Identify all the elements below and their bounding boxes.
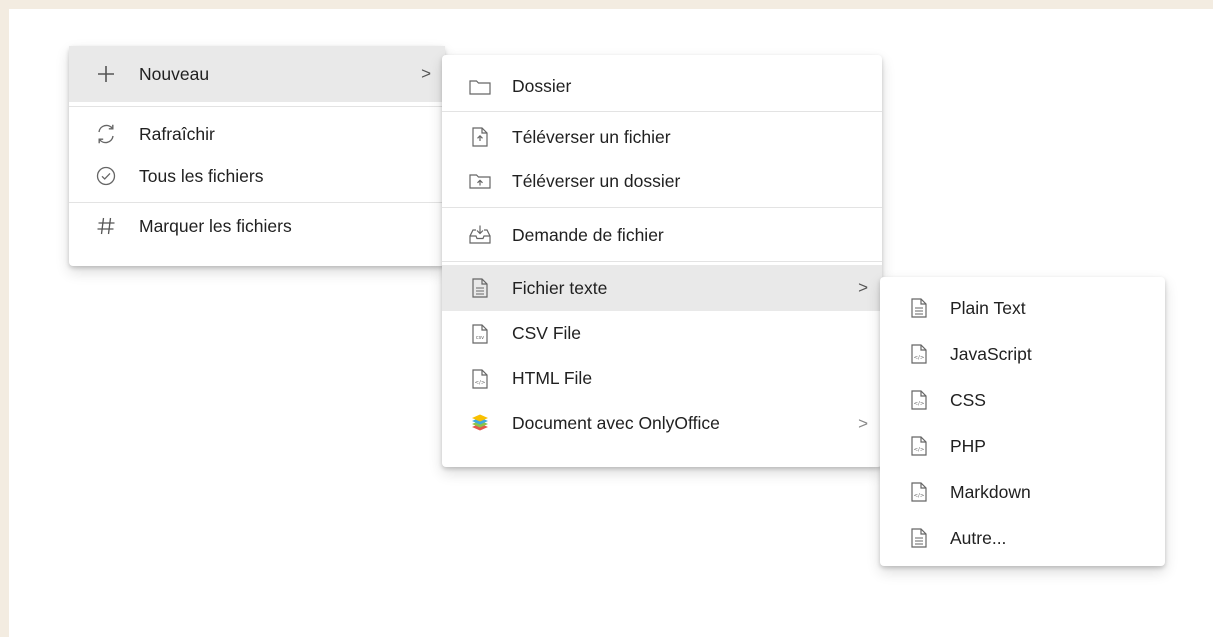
menu-divider <box>69 106 445 107</box>
folder-icon <box>467 74 493 100</box>
menu-divider <box>442 207 882 208</box>
code-file-icon: </> <box>467 366 493 392</box>
onlyoffice-icon <box>467 411 493 437</box>
menu-item-plain-text[interactable]: Plain Text <box>880 285 1165 331</box>
check-circle-icon <box>93 163 119 189</box>
file-upload-icon <box>467 124 493 150</box>
menu-item-document-onlyoffice[interactable]: Document avec OnlyOffice > <box>442 401 882 446</box>
menu-divider <box>442 111 882 112</box>
code-file-icon: </> <box>906 479 932 505</box>
menu-item-label: Demande de fichier <box>512 224 664 245</box>
code-file-icon: </> <box>906 341 932 367</box>
menu-item-autre[interactable]: Autre... <box>880 515 1165 561</box>
inbox-download-icon <box>467 222 493 248</box>
menu-item-label: Fichier texte <box>512 277 608 298</box>
menu-item-markdown[interactable]: </> Markdown <box>880 469 1165 515</box>
menu-item-televerser-fichier[interactable]: Téléverser un fichier <box>442 115 882 159</box>
text-file-icon <box>467 275 493 301</box>
menu-item-label: Marquer les fichiers <box>139 215 292 236</box>
hash-icon <box>93 213 119 239</box>
menu-item-tous-les-fichiers[interactable]: Tous les fichiers <box>69 153 445 199</box>
menu-item-label: Téléverser un dossier <box>512 170 681 191</box>
code-icon-text: </> <box>913 401 924 407</box>
menu-item-rafraichir[interactable]: Rafraîchir <box>69 111 445 157</box>
csv-file-icon: csv <box>467 321 493 347</box>
menu-item-label: Rafraîchir <box>139 123 215 144</box>
menu-item-label: Tous les fichiers <box>139 165 264 186</box>
chevron-right-icon: > <box>858 413 868 433</box>
menu-item-nouveau[interactable]: Nouveau > <box>69 46 445 102</box>
code-file-icon: </> <box>906 387 932 413</box>
csv-icon-text: csv <box>476 335 484 341</box>
code-icon-text: </> <box>913 355 924 361</box>
menu-item-label: HTML File <box>512 368 593 388</box>
menu-divider <box>442 261 882 262</box>
menu-item-label: CSS <box>950 389 986 410</box>
menu-item-label: Dossier <box>512 76 572 96</box>
menu-item-label: Téléverser un fichier <box>512 126 671 147</box>
code-icon-text: </> <box>913 447 924 453</box>
folder-upload-icon <box>467 168 493 194</box>
code-file-icon: </> <box>906 433 932 459</box>
menu-item-label: Nouveau <box>139 63 210 84</box>
menu-item-demande-de-fichier[interactable]: Demande de fichier <box>442 211 882 259</box>
menu-item-label: JavaScript <box>950 343 1032 364</box>
menu-item-php[interactable]: </> PHP <box>880 423 1165 469</box>
menu-item-label: PHP <box>950 435 986 456</box>
text-file-submenu: Plain Text </> JavaScript </> CSS </> PH… <box>880 277 1165 566</box>
text-file-icon <box>906 295 932 321</box>
code-icon-text: </> <box>474 380 485 386</box>
menu-item-label: Plain Text <box>950 297 1026 318</box>
menu-item-label: Markdown <box>950 481 1031 502</box>
menu-item-html-file[interactable]: </> HTML File <box>442 356 882 401</box>
menu-item-dossier[interactable]: Dossier <box>442 64 882 109</box>
chevron-right-icon: > <box>421 64 431 83</box>
menu-item-marquer-les-fichiers[interactable]: Marquer les fichiers <box>69 199 445 253</box>
menu-item-televerser-dossier[interactable]: Téléverser un dossier <box>442 159 882 203</box>
menu-item-csv-file[interactable]: csv CSV File <box>442 311 882 356</box>
refresh-icon <box>93 121 119 147</box>
chevron-right-icon: > <box>858 278 868 297</box>
menu-item-css[interactable]: </> CSS <box>880 377 1165 423</box>
menu-item-label: Autre... <box>950 527 1007 548</box>
code-icon-text: </> <box>913 493 924 499</box>
plus-icon <box>93 61 119 87</box>
new-submenu: Dossier Téléverser un fichier Téléverser… <box>442 55 882 467</box>
context-menu: Nouveau > Rafraîchir Tous les fichiers M… <box>69 46 445 266</box>
menu-item-fichier-texte[interactable]: Fichier texte > <box>442 265 882 311</box>
menu-item-label: Document avec OnlyOffice <box>512 413 720 433</box>
menu-item-javascript[interactable]: </> JavaScript <box>880 331 1165 377</box>
menu-item-label: CSV File <box>512 323 582 343</box>
text-file-icon <box>906 525 932 551</box>
